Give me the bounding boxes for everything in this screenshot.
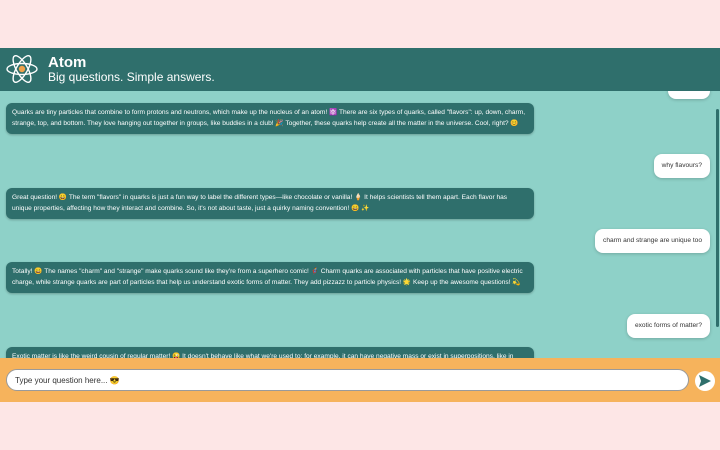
- atom-icon: [5, 51, 39, 87]
- app-title: Atom: [48, 54, 87, 71]
- chat-area[interactable]: Quarks are tiny particles that combine t…: [0, 91, 720, 358]
- send-button[interactable]: [695, 371, 715, 391]
- chat-scrollbar[interactable]: [716, 109, 719, 327]
- bot-message: Quarks are tiny particles that combine t…: [6, 103, 534, 134]
- user-message-partial: [668, 91, 710, 99]
- app-subtitle: Big questions. Simple answers.: [48, 70, 215, 84]
- chat-app: Atom Big questions. Simple answers. Quar…: [0, 48, 720, 402]
- send-icon: [699, 375, 711, 387]
- app-header: Atom Big questions. Simple answers.: [0, 48, 720, 91]
- composer: [0, 358, 720, 402]
- user-message: why flavours?: [653, 154, 710, 178]
- user-message: charm and strange are unique too: [595, 229, 710, 253]
- bot-message: Totally! 😄 The names "charm" and "strang…: [6, 262, 534, 293]
- bot-message: Exotic matter is like the weird cousin o…: [6, 347, 534, 358]
- user-message: exotic forms of matter?: [626, 314, 710, 338]
- bot-message: Great question! 😄 The term "flavors" in …: [6, 188, 534, 219]
- question-input[interactable]: [6, 369, 689, 391]
